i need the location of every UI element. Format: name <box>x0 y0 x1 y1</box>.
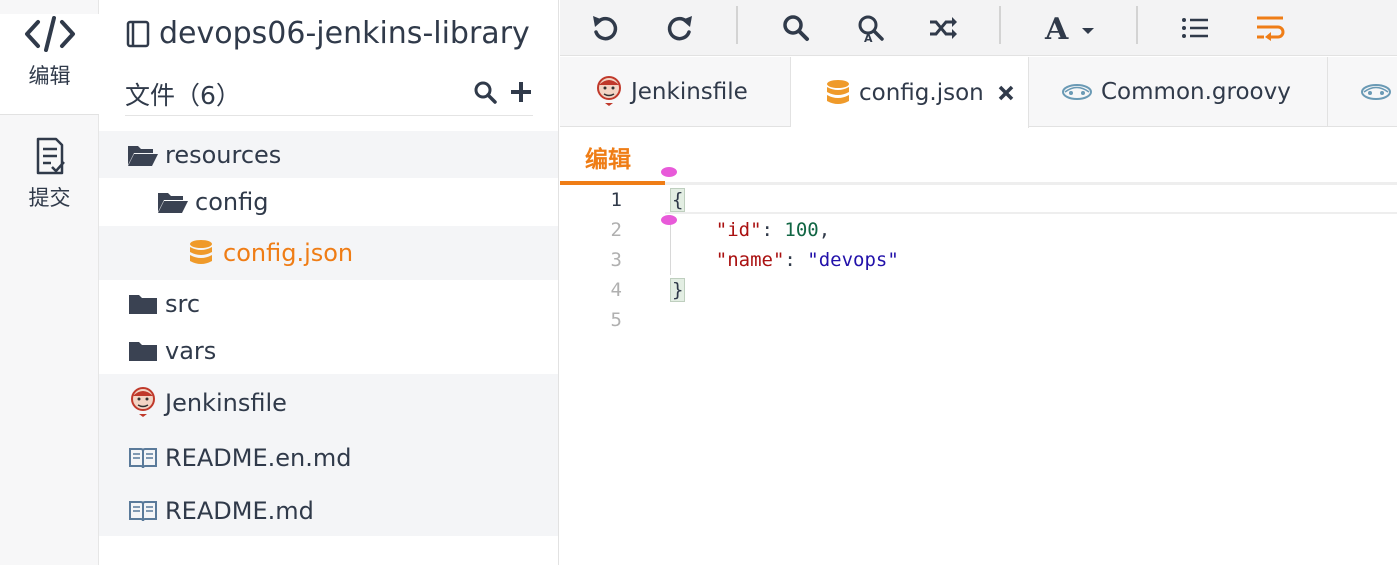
files-count-label: 文件（6） <box>125 81 241 110</box>
tree-item-label: config.json <box>223 239 354 267</box>
folder-icon <box>129 295 157 314</box>
code-line: 5 <box>560 305 1397 335</box>
tree-item-label: src <box>165 290 201 318</box>
code-line: 2 "id": 100, <box>560 215 1397 245</box>
folder-open-icon <box>128 145 158 166</box>
groovy-icon <box>1062 84 1092 100</box>
folder-icon <box>129 342 157 361</box>
svg-text:A: A <box>864 32 873 43</box>
font-icon: A <box>1044 12 1094 44</box>
add-icon[interactable] <box>509 80 533 104</box>
font-button[interactable]: A <box>1040 10 1106 46</box>
mode-tab-edit[interactable]: 编辑 <box>585 140 631 174</box>
code-text: { <box>670 188 686 212</box>
tree-item-resources[interactable]: resources <box>99 131 558 178</box>
code-text: "id": 100, <box>715 219 831 241</box>
code-text: } <box>670 278 686 302</box>
tree-item-vars[interactable]: vars <box>99 328 558 374</box>
tree-item-src[interactable]: src <box>99 280 558 328</box>
tree-item-config-json[interactable]: config.json <box>99 226 558 280</box>
line-number: 2 <box>610 219 622 241</box>
code-line: 1 { <box>560 185 1397 215</box>
tree-item-label: Jenkinsfile <box>165 389 287 417</box>
tree-item-config[interactable]: config <box>99 178 558 226</box>
files-header: 文件（6） <box>125 76 533 116</box>
word-wrap-icon <box>1257 16 1285 41</box>
shuffle-icon <box>930 17 957 39</box>
search-button[interactable] <box>778 10 814 46</box>
toolbar-divider <box>999 6 1001 44</box>
line-number: 4 <box>610 279 622 301</box>
editor-toolbar: A A <box>560 0 1397 56</box>
rail-commit-button[interactable]: 提交 <box>0 136 99 212</box>
tree-item-label: config <box>195 188 269 216</box>
find-replace-icon: A <box>858 15 884 43</box>
line-number: 1 <box>610 189 622 211</box>
tab-label: Jenkinsfile <box>631 79 748 105</box>
close-icon[interactable] <box>998 85 1014 101</box>
rail-divider <box>0 114 99 115</box>
redo-button[interactable] <box>662 10 698 46</box>
svg-text:A: A <box>1044 12 1069 44</box>
redo-icon <box>667 16 692 41</box>
jenkins-icon <box>597 76 621 106</box>
undo-button[interactable] <box>587 10 623 46</box>
tab-overflow[interactable] <box>1328 57 1397 127</box>
repo-title: devops06-jenkins-library <box>125 16 530 51</box>
book-icon <box>129 501 157 522</box>
toolbar-divider <box>1136 6 1138 44</box>
tree-item-label: vars <box>165 337 217 365</box>
tab-common-groovy[interactable]: Common.groovy <box>1029 57 1328 127</box>
tree-item-readme-en[interactable]: README.en.md <box>99 432 558 484</box>
search-icon[interactable] <box>473 80 497 104</box>
shuffle-button[interactable] <box>925 10 961 46</box>
line-number: 5 <box>610 309 622 331</box>
fold-marker-icon[interactable] <box>660 166 678 178</box>
editor-tabs: Jenkinsfile config.json Common.groovy <box>560 57 1397 128</box>
groovy-icon <box>1361 84 1391 100</box>
toolbar-divider <box>736 6 738 44</box>
undo-icon <box>593 16 618 41</box>
rail-commit-label: 提交 <box>28 186 71 210</box>
repo-name: devops06-jenkins-library <box>159 16 530 51</box>
rail-edit-label: 编辑 <box>28 64 71 88</box>
book-icon <box>129 448 157 469</box>
line-number: 3 <box>610 249 622 271</box>
find-replace-button[interactable]: A <box>852 10 888 46</box>
rail-edit-button[interactable]: 编辑 <box>0 14 99 114</box>
tab-jenkinsfile[interactable]: Jenkinsfile <box>560 57 791 127</box>
list-button[interactable] <box>1177 10 1213 46</box>
search-icon <box>783 15 809 41</box>
database-icon <box>190 240 212 264</box>
left-rail: 编辑 提交 <box>0 0 99 565</box>
jenkins-icon <box>131 387 155 417</box>
document-icon <box>36 137 65 175</box>
folder-open-icon <box>158 193 188 213</box>
list-icon <box>1182 18 1208 38</box>
tree-item-jenkinsfile[interactable]: Jenkinsfile <box>99 378 558 428</box>
database-icon <box>827 79 849 104</box>
code-line: 3 "name": "devops" <box>560 245 1397 275</box>
tab-config-json[interactable]: config.json <box>791 57 1029 128</box>
code-icon <box>24 16 75 52</box>
file-tree-panel: devops06-jenkins-library 文件（6） resources… <box>99 0 559 565</box>
word-wrap-button[interactable] <box>1252 10 1288 46</box>
tree-item-label: README.md <box>165 497 314 525</box>
tab-label: config.json <box>859 79 984 106</box>
tab-label: Common.groovy <box>1101 79 1291 105</box>
tree-item-readme[interactable]: README.md <box>99 486 558 536</box>
book-icon <box>126 20 150 47</box>
tree-item-label: resources <box>165 140 282 169</box>
tree-item-label: README.en.md <box>165 444 352 472</box>
code-text: "name": "devops" <box>715 249 899 271</box>
code-line: 4 } <box>560 275 1397 305</box>
